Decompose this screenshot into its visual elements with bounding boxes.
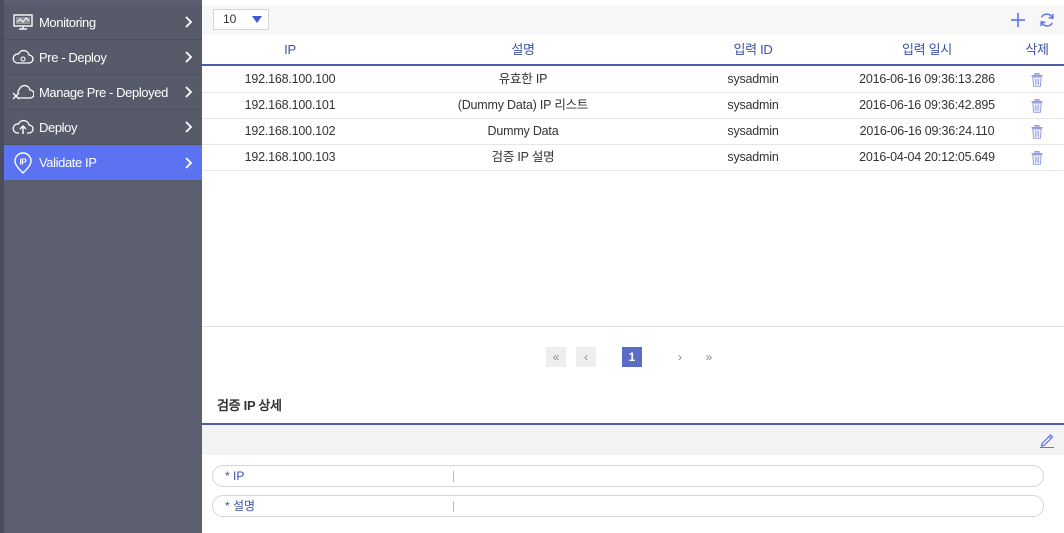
- cell-delete: [1016, 119, 1058, 144]
- detail-toolbar: [202, 425, 1064, 455]
- cell-input-date: 2016-04-04 20:12:05.649: [859, 150, 995, 164]
- cell-input-id: sysadmin: [727, 150, 779, 164]
- cell-description: 검증 IP 설명: [491, 150, 555, 164]
- cell-ip: 192.168.100.101: [244, 98, 336, 112]
- cell-ip: 192.168.100.103: [244, 150, 336, 164]
- sidebar-item-label: Pre - Deploy: [39, 49, 107, 65]
- page-size-select[interactable]: 10: [213, 9, 269, 30]
- table-bottom-border: [202, 326, 1064, 327]
- chevron-right-icon: [180, 50, 196, 64]
- sidebar-item-manage-pre-deployed[interactable]: Manage Pre - Deployed: [4, 75, 202, 110]
- cell-delete: [1016, 67, 1058, 92]
- ip-pin-icon: IP: [12, 151, 34, 174]
- cell-input-id: sysadmin: [727, 98, 779, 112]
- table-row[interactable]: 192.168.100.102 Dummy Data sysadmin 2016…: [202, 119, 1064, 145]
- table-header: IP 설명 입력 ID 입력 일시 삭제: [202, 35, 1064, 66]
- cell-description: (Dummy Data) IP 리스트: [457, 98, 589, 112]
- ip-field: * IP: [212, 465, 1044, 487]
- pencil-icon[interactable]: [1038, 431, 1056, 449]
- cell-delete: [1016, 93, 1058, 118]
- sidebar-item-validate-ip[interactable]: IP Validate IP: [4, 145, 202, 180]
- cell-ip: 192.168.100.100: [244, 72, 336, 86]
- cell-ip: 192.168.100.102: [244, 124, 336, 138]
- cell-description: Dummy Data: [487, 124, 559, 138]
- column-header-description[interactable]: 설명: [378, 35, 668, 64]
- first-page-button[interactable]: «: [546, 347, 566, 367]
- cloud-upload-icon: [12, 117, 34, 137]
- detail-section-title: 검증 IP 상세: [217, 398, 282, 413]
- trash-icon[interactable]: [1030, 119, 1044, 144]
- sidebar-item-label: Deploy: [39, 119, 78, 135]
- cell-input-id: sysadmin: [727, 124, 779, 138]
- description-field: * 설명: [212, 495, 1044, 517]
- sidebar-item-pre-deploy[interactable]: Pre - Deploy: [4, 40, 202, 75]
- cloud-icon: [12, 47, 34, 67]
- sidebar-item-monitoring[interactable]: Monitoring: [4, 5, 202, 40]
- list-toolbar: 10: [202, 5, 1064, 35]
- sidebar: Monitoring Pre - Deploy Manage Pre - Dep…: [0, 0, 202, 533]
- field-separator: [453, 501, 454, 512]
- main-panel: 10 IP 설명 입력 ID 입력 일시 삭제 192.168.100.100 …: [202, 0, 1064, 533]
- column-header-input-id[interactable]: 입력 ID: [668, 35, 838, 64]
- chevron-right-icon: [180, 15, 196, 29]
- sidebar-item-label: Monitoring: [39, 14, 96, 30]
- cell-input-date: 2016-06-16 09:36:13.286: [859, 72, 995, 86]
- monitor-icon: [12, 12, 34, 32]
- chevron-right-icon: [180, 156, 196, 170]
- next-page-button[interactable]: ›: [670, 347, 690, 367]
- ip-field-label: * IP: [225, 469, 245, 483]
- svg-text:IP: IP: [20, 157, 28, 166]
- page-size-value: 10: [223, 12, 237, 26]
- cell-input-date: 2016-06-16 09:36:42.895: [859, 98, 995, 112]
- chevron-right-icon: [180, 120, 196, 134]
- column-header-ip[interactable]: IP: [202, 35, 378, 64]
- caret-down-icon: [252, 16, 262, 23]
- table-row[interactable]: 192.168.100.103 검증 IP 설명 sysadmin 2016-0…: [202, 145, 1064, 171]
- refresh-icon[interactable]: [1038, 11, 1056, 29]
- sidebar-item-deploy[interactable]: Deploy: [4, 110, 202, 145]
- table-row[interactable]: 192.168.100.101 (Dummy Data) IP 리스트 sysa…: [202, 93, 1064, 119]
- sidebar-item-label: Validate IP: [39, 155, 97, 170]
- cell-input-date: 2016-06-16 09:36:24.110: [859, 124, 995, 138]
- field-separator: [453, 471, 454, 482]
- pagination: « ‹ 1 › »: [546, 347, 726, 367]
- plus-icon[interactable]: [1009, 11, 1027, 29]
- description-input[interactable]: [459, 496, 1033, 516]
- sidebar-item-label: Manage Pre - Deployed: [39, 84, 168, 100]
- cell-input-id: sysadmin: [727, 72, 779, 86]
- column-header-input-date[interactable]: 입력 일시: [838, 35, 1016, 64]
- trash-icon[interactable]: [1030, 93, 1044, 118]
- cell-description: 유효한 IP: [498, 72, 548, 86]
- trash-icon[interactable]: [1030, 145, 1044, 170]
- cell-delete: [1016, 145, 1058, 170]
- chevron-right-icon: [180, 85, 196, 99]
- ip-input[interactable]: [459, 466, 1033, 486]
- cloud-cross-icon: [12, 82, 34, 102]
- last-page-button[interactable]: »: [699, 347, 719, 367]
- trash-icon[interactable]: [1030, 67, 1044, 92]
- description-field-label: * 설명: [225, 499, 256, 513]
- column-header-delete: 삭제: [1025, 42, 1049, 57]
- prev-page-button[interactable]: ‹: [576, 347, 596, 367]
- page-number-button[interactable]: 1: [622, 347, 642, 367]
- table-row[interactable]: 192.168.100.100 유효한 IP sysadmin 2016-06-…: [202, 67, 1064, 93]
